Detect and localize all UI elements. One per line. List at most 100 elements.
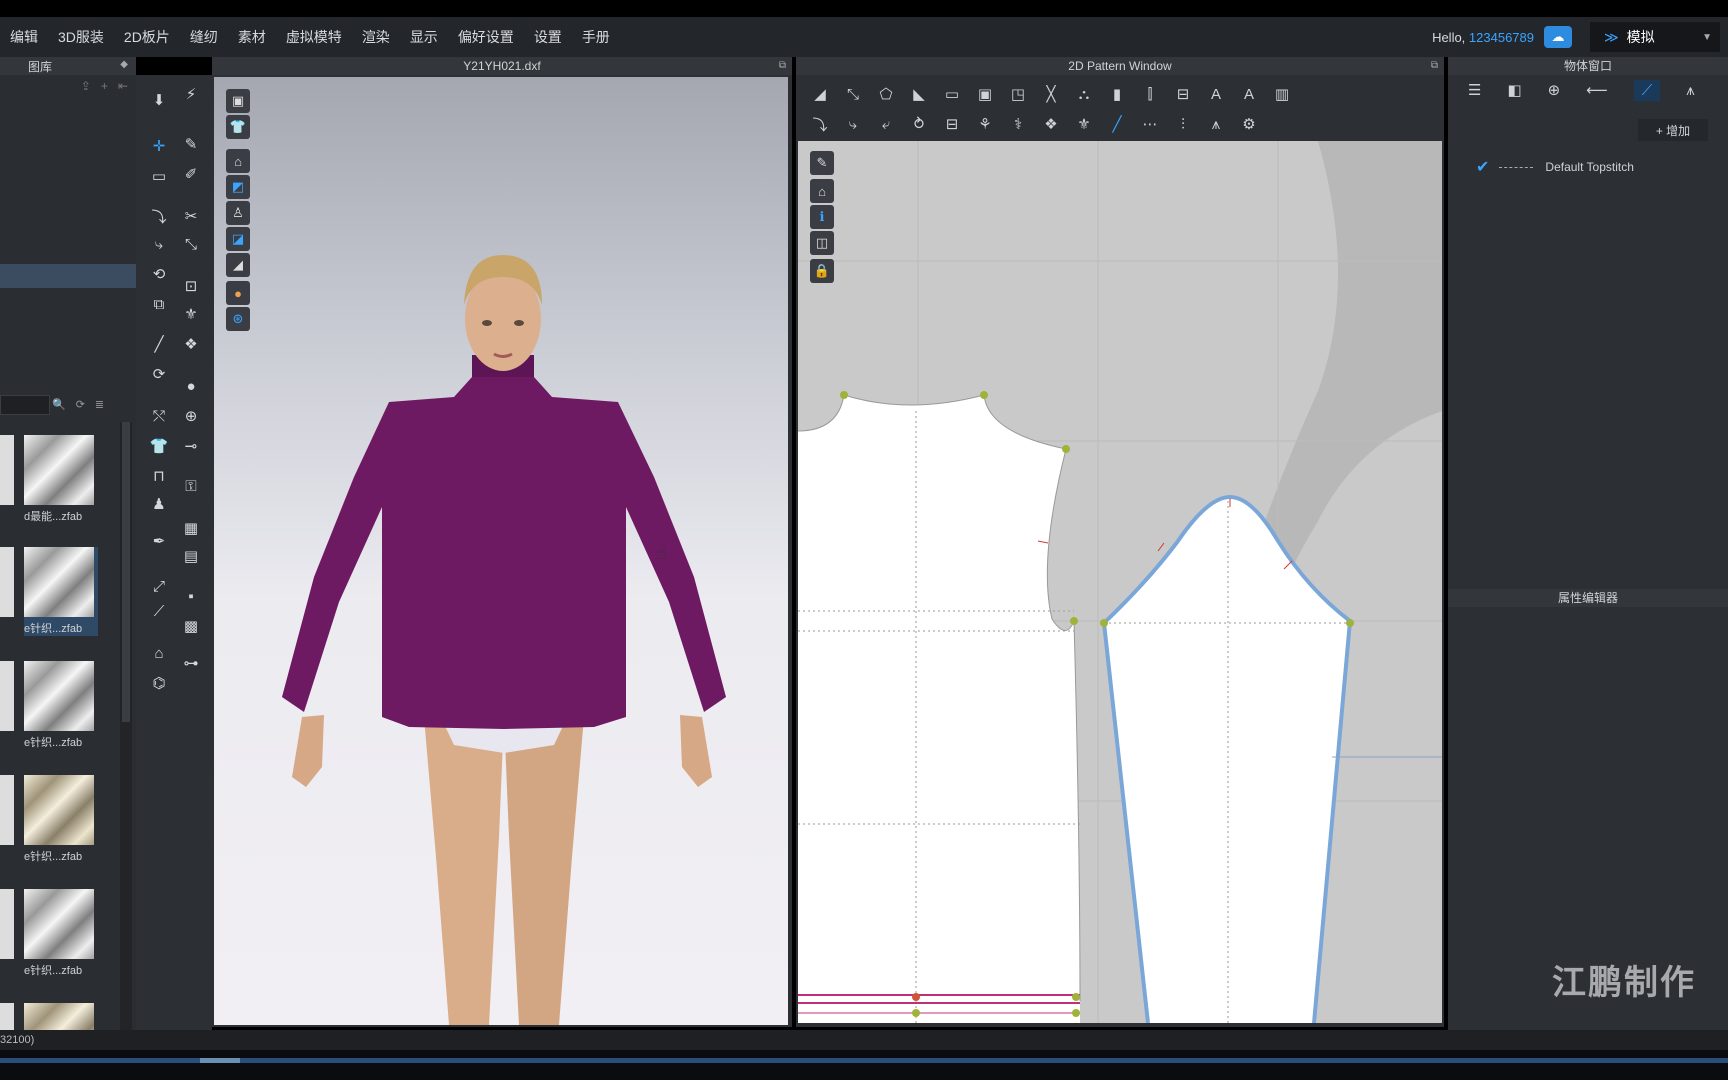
list-icon[interactable]: ☰: [1468, 81, 1481, 99]
pattern-icon[interactable]: ⚜: [180, 303, 202, 325]
back-icon[interactable]: ⇤: [118, 79, 128, 93]
fabric-thumbnail[interactable]: [24, 775, 94, 845]
edit-sewing-icon[interactable]: ╱: [1105, 113, 1129, 135]
pin-tool-icon[interactable]: ✎: [180, 133, 202, 155]
list-view-icon[interactable]: ≣: [95, 398, 104, 411]
check-icon[interactable]: ✔: [1476, 157, 1489, 177]
menu-avatar[interactable]: 虚拟模特: [276, 27, 352, 47]
graphic-icon[interactable]: ▪: [180, 585, 202, 607]
texture-icon[interactable]: ▦: [180, 517, 202, 539]
fit-icon[interactable]: ⤲: [148, 405, 170, 427]
point-marker[interactable]: [912, 993, 920, 1001]
annotation-icon[interactable]: A: [1204, 83, 1228, 105]
menu-preferences[interactable]: 偏好设置: [448, 27, 524, 47]
fabric-thumbnail-partial[interactable]: [0, 661, 14, 731]
edit-point-icon[interactable]: ⤡: [841, 83, 865, 105]
segment-sew-icon[interactable]: ⊟: [940, 113, 964, 135]
fold-icon[interactable]: ⤵: [148, 205, 170, 227]
fold-2-icon[interactable]: ⤷: [148, 233, 170, 255]
search-icon[interactable]: 🔍: [52, 398, 66, 411]
polygon-icon[interactable]: ◣: [907, 83, 931, 105]
box-select-icon[interactable]: ▭: [148, 165, 170, 187]
point-marker[interactable]: [1100, 619, 1108, 627]
fabric-thumbnail-partial[interactable]: [0, 435, 14, 505]
topstitch-item[interactable]: ✔ Default Topstitch: [1476, 157, 1634, 177]
free-sew-icon[interactable]: ⚕: [1006, 113, 1030, 135]
fabric-thumbnail-partial[interactable]: [0, 889, 14, 959]
texture-2-icon[interactable]: ▤: [180, 545, 202, 567]
sew-icon[interactable]: ⤡: [180, 233, 202, 255]
knife-icon[interactable]: ⟋: [148, 600, 170, 622]
zipper-icon[interactable]: ⊸: [180, 435, 202, 457]
expand-icon[interactable]: ⧉: [779, 57, 786, 75]
info-icon[interactable]: ℹ: [810, 205, 834, 229]
buttonhole-pattern-icon[interactable]: ⚜: [1072, 113, 1096, 135]
shirt-fold-icon[interactable]: ⌂: [148, 642, 170, 664]
pen-icon[interactable]: ✎: [810, 151, 834, 175]
internal-rect-icon[interactable]: ▣: [973, 83, 997, 105]
pin-icon[interactable]: ◆: [120, 59, 128, 70]
measure-icon[interactable]: ⚿: [180, 475, 202, 497]
layer-icon[interactable]: ◫: [810, 231, 834, 255]
grading-icon[interactable]: ▥: [1270, 83, 1294, 105]
fold-pattern-icon[interactable]: ⤵: [808, 113, 832, 135]
fabric-item[interactable]: e针织...zfab: [24, 661, 98, 750]
line-tab-icon[interactable]: ⟵: [1586, 81, 1608, 99]
cloud-icon[interactable]: ☁: [1544, 26, 1572, 48]
transform-pattern-icon[interactable]: ◢: [808, 83, 832, 105]
point-marker[interactable]: [1072, 1009, 1080, 1017]
menu-settings[interactable]: 设置: [524, 27, 572, 47]
pen-tool-icon[interactable]: ✒: [148, 530, 170, 552]
notch-icon[interactable]: ⫿: [1138, 83, 1162, 105]
measure-seam-icon[interactable]: ⫶: [1171, 113, 1195, 135]
fabric-thumbnail-partial[interactable]: [0, 547, 14, 617]
library-selected-folder[interactable]: [0, 264, 136, 288]
fabric-thumbnail[interactable]: [24, 547, 94, 617]
mode-selector[interactable]: ≫ 模拟 ▼: [1590, 22, 1720, 52]
lock-icon[interactable]: 🔒: [810, 259, 834, 283]
button-icon[interactable]: ●: [180, 375, 202, 397]
add-button[interactable]: + 增加: [1638, 119, 1708, 141]
point-marker[interactable]: [1346, 619, 1354, 627]
point-marker[interactable]: [1070, 617, 1078, 625]
fold-arrange-icon[interactable]: ✂: [180, 205, 202, 227]
scroll-thumb[interactable]: [122, 422, 130, 722]
trace-icon[interactable]: ⛬: [1072, 83, 1096, 105]
library-search-input[interactable]: [0, 395, 50, 415]
elastic-icon[interactable]: ⚙: [1237, 113, 1261, 135]
graphic-2-icon[interactable]: ▩: [180, 615, 202, 637]
buttonhole-icon[interactable]: ⊕: [180, 405, 202, 427]
shirt-arrange-icon[interactable]: ⌬: [148, 672, 170, 694]
shirt-view-icon[interactable]: ⌂: [810, 179, 834, 203]
point-marker[interactable]: [980, 391, 988, 399]
fabric-thumbnail[interactable]: [24, 889, 94, 959]
align-icon[interactable]: ⊶: [180, 652, 202, 674]
arrange-2-icon[interactable]: ⧉: [148, 293, 170, 315]
topstitch-icon[interactable]: ⋯: [1138, 113, 1162, 135]
segment-icon[interactable]: ⊡: [180, 275, 202, 297]
menu-edit[interactable]: 编辑: [0, 27, 48, 47]
rectangle-icon[interactable]: ▭: [940, 83, 964, 105]
fabric-icon[interactable]: ◧: [1507, 81, 1521, 99]
menu-sewing[interactable]: 缝纫: [180, 27, 228, 47]
username[interactable]: 123456789: [1469, 30, 1534, 45]
fabric-item[interactable]: e针织...zfab: [24, 547, 98, 636]
tack-icon[interactable]: ❖: [180, 333, 202, 355]
stretch-icon[interactable]: ⟳: [148, 363, 170, 385]
garment-fit-icon[interactable]: ⚘: [973, 113, 997, 135]
point-marker[interactable]: [840, 391, 848, 399]
fabric-item[interactable]: e针织...zfab: [24, 889, 98, 978]
point-marker[interactable]: [1062, 445, 1070, 453]
menu-render[interactable]: 渲染: [352, 27, 400, 47]
menu-manual[interactable]: 手册: [572, 27, 620, 47]
simulate-icon[interactable]: ⚡: [180, 83, 202, 105]
menu-materials[interactable]: 素材: [228, 27, 276, 47]
point-marker[interactable]: [912, 1009, 920, 1017]
refresh-icon[interactable]: ⟳: [76, 398, 85, 411]
select-move-icon[interactable]: ⬇: [148, 89, 170, 111]
internal-circle-icon[interactable]: ◳: [1006, 83, 1030, 105]
topstitch-tab-icon[interactable]: ⟋: [1633, 79, 1661, 101]
fabric-item[interactable]: d最能...zfab: [24, 435, 98, 524]
menu-3d-garment[interactable]: 3D服装: [48, 27, 114, 47]
expand-icon[interactable]: ⧉: [1431, 57, 1438, 75]
